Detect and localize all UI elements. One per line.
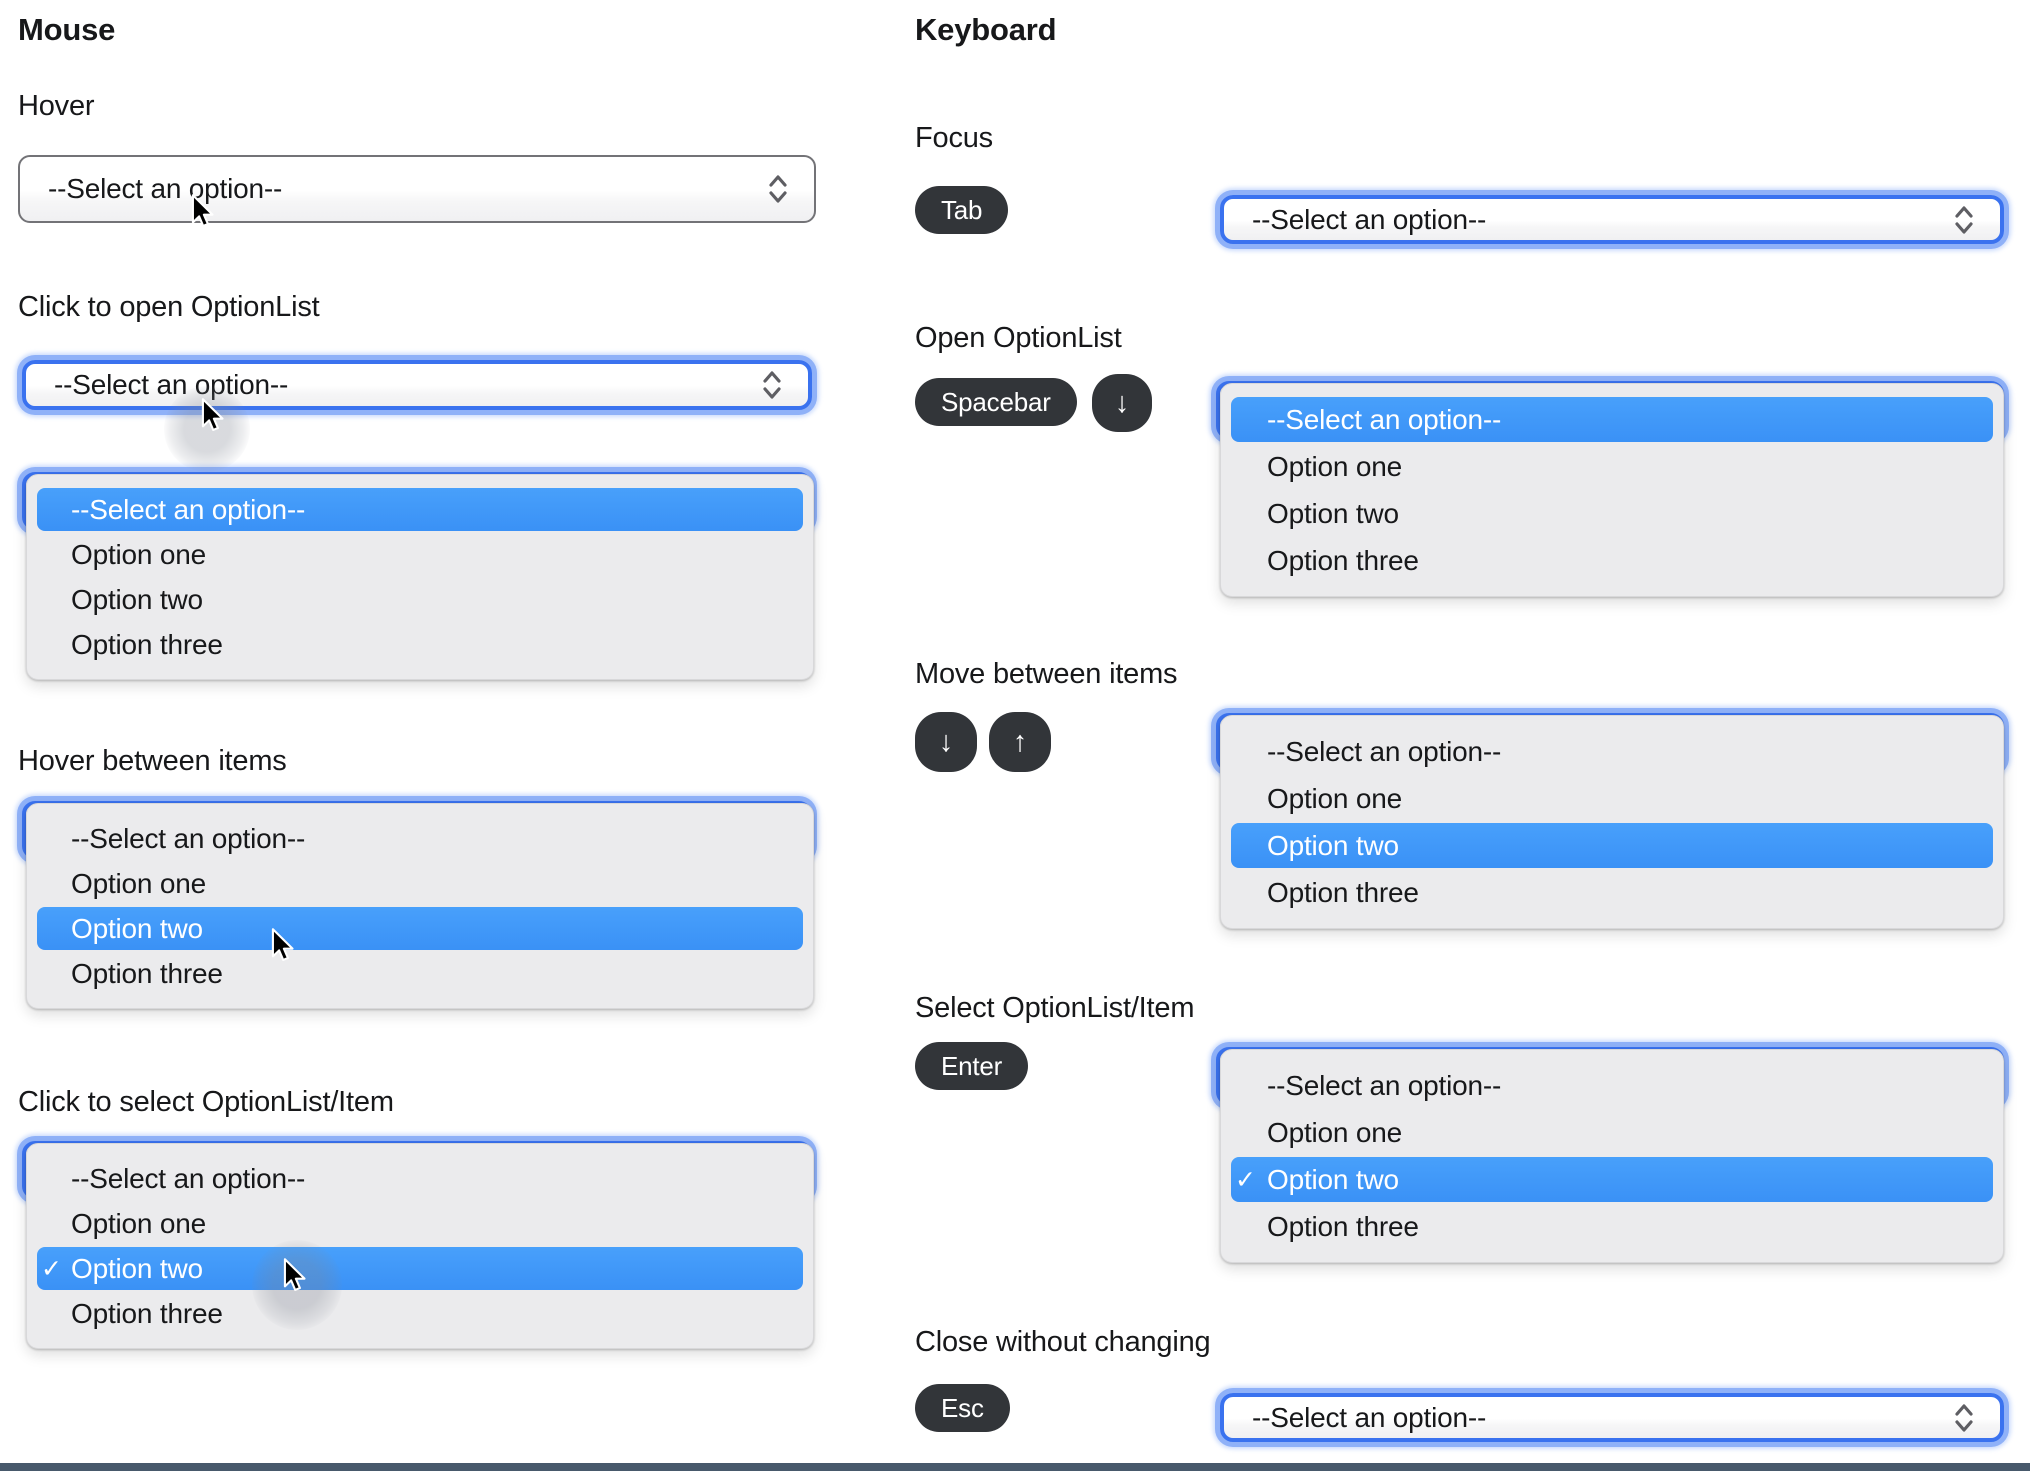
option-row[interactable]: Option one — [27, 861, 813, 906]
keyboard-column-title: Keyboard — [915, 12, 1057, 47]
mouse-cursor-icon — [283, 1258, 306, 1291]
select-item-section-label: Select OptionList/Item — [915, 992, 1195, 1024]
option-row[interactable]: Option three — [27, 951, 813, 996]
open-section-label: Open OptionList — [915, 322, 1122, 354]
option-list: --Select an option-- Option one Option t… — [26, 803, 814, 1009]
chevron-updown-icon — [1955, 1403, 1973, 1432]
option-row[interactable]: Option one — [1221, 1109, 2003, 1156]
chevron-updown-icon — [769, 175, 787, 203]
esc-key-badge: Esc — [915, 1384, 1010, 1432]
option-list: --Select an option-- Option one Option t… — [26, 474, 814, 680]
click-select-section-label: Click to select OptionList/Item — [18, 1086, 394, 1118]
option-list: --Select an option-- Option one ✓ Option … — [26, 1143, 814, 1349]
option-row[interactable]: Option three — [1221, 1203, 2003, 1250]
option-row[interactable]: Option one — [27, 1201, 813, 1246]
spacebar-key-badge: Spacebar — [915, 378, 1077, 426]
option-row[interactable]: --Select an option-- — [27, 816, 813, 861]
chevron-updown-icon — [1955, 205, 1973, 234]
option-row[interactable]: Option one — [27, 532, 813, 577]
option-row[interactable]: Option three — [27, 1291, 813, 1336]
option-row[interactable]: Option three — [1221, 869, 2003, 916]
click-open-select[interactable]: --Select an option-- — [22, 360, 812, 410]
option-row-selected[interactable]: ✓ Option two — [1221, 1156, 2003, 1203]
mouse-cursor-icon — [271, 928, 294, 961]
option-row[interactable]: Option three — [27, 622, 813, 667]
option-row-selected[interactable]: ✓ Option two — [27, 1246, 813, 1291]
select-value: --Select an option-- — [1252, 203, 1487, 235]
focus-section-label: Focus — [915, 122, 993, 154]
option-list: --Select an option-- Option one ✓ Option … — [1220, 1049, 2004, 1263]
option-row[interactable]: --Select an option-- — [27, 487, 813, 532]
bottom-divider — [0, 1463, 2030, 1471]
option-list: --Select an option-- Option one Option t… — [1220, 383, 2004, 597]
close-section-label: Close without changing — [915, 1326, 1211, 1358]
enter-key-badge: Enter — [915, 1042, 1029, 1090]
move-section-label: Move between items — [915, 658, 1178, 690]
select-value: --Select an option-- — [54, 369, 289, 400]
arrow-down-key-badge: ↓ — [915, 712, 977, 772]
arrow-down-key-badge: ↓ — [1092, 374, 1152, 432]
option-row-active[interactable]: Option two — [1221, 822, 2003, 869]
option-row[interactable]: Option three — [1221, 537, 2003, 584]
close-select[interactable]: --Select an option-- — [1220, 1393, 2004, 1442]
tab-key-badge: Tab — [915, 186, 1009, 234]
option-list: --Select an option-- Option one Option t… — [1220, 715, 2004, 929]
option-row[interactable]: --Select an option-- — [1221, 728, 2003, 775]
option-row[interactable]: --Select an option-- — [27, 1156, 813, 1201]
chevron-updown-icon — [763, 371, 781, 399]
click-open-section-label: Click to open OptionList — [18, 291, 320, 323]
mouse-column-title: Mouse — [18, 12, 116, 47]
option-row[interactable]: --Select an option-- — [1221, 1062, 2003, 1109]
focus-select[interactable]: --Select an option-- — [1220, 195, 2004, 244]
option-row[interactable]: Option one — [1221, 443, 2003, 490]
select-value: --Select an option-- — [1252, 1401, 1487, 1433]
hover-select[interactable]: --Select an option-- — [18, 155, 816, 223]
option-row[interactable]: Option two — [1221, 490, 2003, 537]
hover-items-section-label: Hover between items — [18, 745, 287, 777]
option-row[interactable]: Option one — [1221, 775, 2003, 822]
mouse-cursor-icon — [201, 398, 224, 432]
optionlist-interaction-guide: Mouse Hover --Select an option-- Click t… — [0, 0, 2030, 1471]
hover-section-label: Hover — [18, 90, 95, 122]
mouse-cursor-icon — [191, 194, 214, 227]
arrow-up-key-badge: ↑ — [989, 712, 1051, 772]
option-row-hovered[interactable]: Option two — [27, 906, 813, 951]
option-row[interactable]: Option two — [27, 577, 813, 622]
option-row[interactable]: --Select an option-- — [1221, 396, 2003, 443]
select-value: --Select an option-- — [48, 173, 283, 204]
